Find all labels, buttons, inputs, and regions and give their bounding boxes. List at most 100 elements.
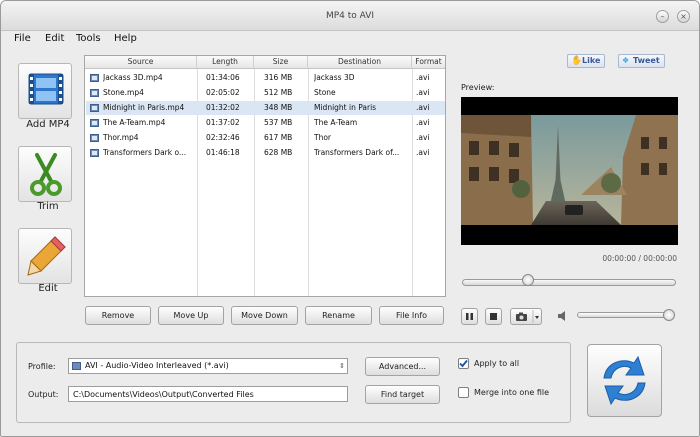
stop-icon	[490, 313, 497, 320]
like-label: Like	[582, 56, 601, 65]
cell-format: .avi	[416, 73, 430, 82]
column-format[interactable]: Format	[412, 56, 445, 69]
add-mp4-button[interactable]	[18, 63, 72, 119]
output-label: Output:	[28, 390, 59, 399]
cell-length: 01:34:06	[206, 73, 240, 82]
move-up-button[interactable]: Move Up	[158, 306, 224, 325]
checkmark-icon	[459, 359, 468, 368]
table-row-selected[interactable]: Midnight in Paris.mp4 01:32:02 348 MB Mi…	[86, 101, 445, 115]
move-down-button[interactable]: Move Down	[231, 306, 298, 325]
table-row[interactable]: The A-Team.mp4 01:37:02 537 MB The A-Tea…	[86, 116, 445, 130]
advanced-button[interactable]: Advanced...	[365, 357, 440, 376]
menu-file[interactable]: File	[14, 33, 31, 44]
seek-bar[interactable]	[462, 279, 676, 286]
column-destination[interactable]: Destination	[308, 56, 412, 69]
film-icon	[28, 73, 64, 105]
output-settings-panel	[16, 342, 571, 423]
cell-source: Stone.mp4	[103, 88, 144, 97]
cell-destination: Jackass 3D	[314, 73, 355, 82]
cell-length: 02:05:02	[206, 88, 240, 97]
timecode-display: 00:00:00 / 00:00:00	[602, 254, 677, 263]
volume-slider[interactable]	[577, 312, 673, 318]
pause-button[interactable]	[461, 308, 478, 325]
convert-button[interactable]	[587, 344, 662, 417]
column-size[interactable]: Size	[254, 56, 308, 69]
menu-tools[interactable]: Tools	[76, 33, 101, 44]
cell-format: .avi	[416, 148, 430, 157]
menu-edit[interactable]: Edit	[45, 33, 64, 44]
cell-length: 01:37:02	[206, 118, 240, 127]
apply-to-all-checkbox[interactable]	[458, 358, 469, 369]
merge-label: Merge into one file	[474, 388, 549, 397]
trim-label: Trim	[37, 201, 59, 212]
video-preview	[461, 97, 678, 245]
tweet-label: Tweet	[633, 56, 660, 65]
column-source[interactable]: Source	[85, 56, 197, 69]
cell-source: Midnight in Paris.mp4	[103, 103, 185, 112]
remove-button[interactable]: Remove	[85, 306, 151, 325]
cell-format: .avi	[416, 133, 430, 142]
cell-destination: Transformers Dark of...	[314, 148, 400, 157]
cell-length: 01:46:18	[206, 148, 240, 157]
edit-label: Edit	[38, 283, 58, 294]
column-length[interactable]: Length	[197, 56, 254, 69]
menu-bar: File Edit Tools Help	[1, 31, 699, 47]
cell-source: Thor.mp4	[103, 133, 139, 142]
bird-icon: ❖	[622, 56, 630, 65]
scissors-icon	[30, 153, 62, 196]
preview-label: Preview:	[461, 83, 495, 92]
rename-button[interactable]: Rename	[305, 306, 372, 325]
file-list[interactable]: Source Length Size Destination Format Ja…	[84, 55, 446, 297]
cell-destination: The A-Team	[314, 118, 358, 127]
profile-select[interactable]: AVI - Audio-Video Interleaved (*.avi) ⇕	[68, 358, 348, 374]
find-target-button[interactable]: Find target	[365, 385, 440, 404]
cell-size: 512 MB	[264, 88, 293, 97]
title-bar: MP4 to AVI – ×	[1, 1, 699, 31]
video-file-icon	[90, 104, 99, 112]
cell-size: 537 MB	[264, 118, 293, 127]
profile-value: AVI - Audio-Video Interleaved (*.avi)	[85, 361, 229, 370]
stepper-arrows-icon[interactable]: ⇕	[339, 359, 345, 373]
video-file-icon	[90, 149, 99, 157]
snapshot-button[interactable]	[510, 308, 542, 325]
speaker-icon[interactable]	[556, 309, 570, 323]
pause-icon	[466, 313, 473, 320]
main-window: MP4 to AVI – × File Edit Tools Help Add …	[0, 0, 700, 437]
table-row[interactable]: Thor.mp4 02:32:46 617 MB Thor .avi	[86, 131, 445, 145]
cell-length: 01:32:02	[206, 103, 240, 112]
output-path-field[interactable]	[68, 386, 348, 402]
stop-button[interactable]	[485, 308, 502, 325]
trim-button[interactable]	[18, 146, 72, 202]
convert-arrows-icon	[603, 355, 646, 406]
window-title: MP4 to AVI	[325, 11, 375, 21]
like-button[interactable]: ✋ Like	[567, 54, 606, 68]
video-file-icon	[90, 89, 99, 97]
profile-label: Profile:	[28, 362, 56, 371]
menu-help[interactable]: Help	[114, 33, 137, 44]
merge-checkbox[interactable]	[458, 387, 469, 398]
table-row[interactable]: Jackass 3D.mp4 01:34:06 316 MB Jackass 3…	[86, 71, 445, 85]
close-button[interactable]: ×	[677, 10, 690, 23]
cell-size: 348 MB	[264, 103, 293, 112]
video-file-icon	[90, 74, 99, 82]
cell-source: The A-Team.mp4	[103, 118, 166, 127]
minimize-button[interactable]: –	[656, 10, 669, 23]
edit-button[interactable]	[18, 228, 72, 284]
table-row[interactable]: Transformers Dark o... 01:46:18 628 MB T…	[86, 146, 445, 160]
cell-source: Jackass 3D.mp4	[103, 73, 163, 82]
chevron-down-icon	[535, 316, 539, 319]
cell-length: 02:32:46	[206, 133, 240, 142]
cell-format: .avi	[416, 103, 430, 112]
video-file-icon	[90, 134, 99, 142]
video-file-icon	[90, 119, 99, 127]
thumbs-up-icon: ✋	[571, 56, 583, 66]
file-info-button[interactable]: File Info	[379, 306, 444, 325]
volume-handle[interactable]	[663, 309, 676, 321]
table-row[interactable]: Stone.mp4 02:05:02 512 MB Stone .avi	[86, 86, 445, 100]
cell-format: .avi	[416, 88, 430, 97]
apply-to-all-label: Apply to all	[474, 359, 520, 368]
tweet-button[interactable]: ❖ Tweet	[618, 54, 665, 68]
camera-icon	[516, 310, 539, 323]
cell-size: 628 MB	[264, 148, 293, 157]
cell-source: Transformers Dark o...	[103, 148, 187, 157]
